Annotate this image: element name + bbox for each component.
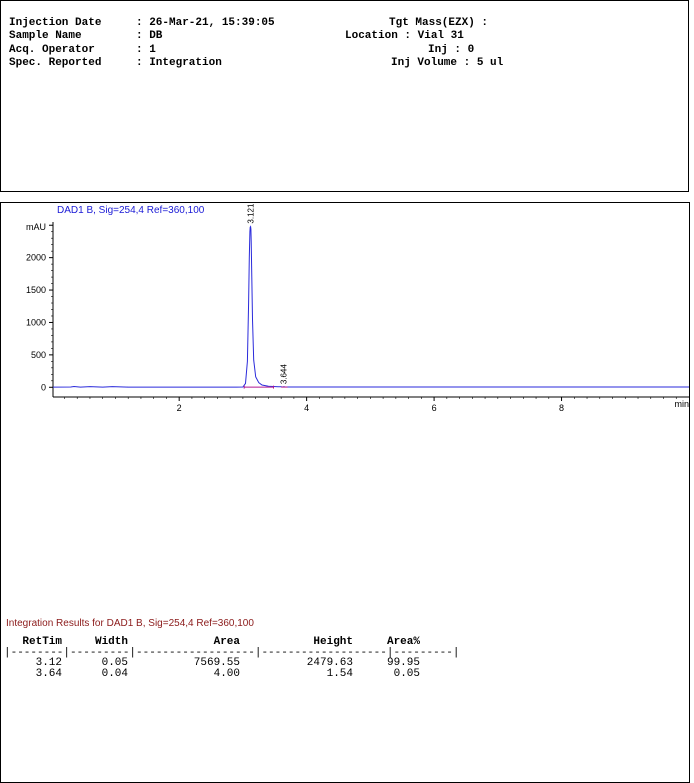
y-tick-label: 500: [31, 350, 46, 360]
row-2-rettim: 3.64: [35, 668, 62, 680]
x-tick-label: 4: [304, 403, 309, 413]
sample-name-label: Sample Name: [9, 30, 82, 42]
axes: 0 500 1000 1500 2000 2 4 6 8: [26, 222, 689, 413]
peak-label: 3.644: [280, 364, 289, 385]
peak-labels: 3.121 3.644: [247, 203, 289, 384]
acq-operator-value: : 1: [136, 44, 156, 56]
spec-reported-value: : Integration: [136, 57, 222, 69]
row-2-height: 1.54: [326, 668, 353, 680]
row-2-width: 0.04: [101, 668, 128, 680]
chart-title: DAD1 B, Sig=254,4 Ref=360,100: [57, 205, 205, 216]
sample-info-panel: [0, 0, 689, 192]
x-axis-unit: min: [674, 399, 689, 409]
inj-volume: Inj Volume : 5 ul: [391, 57, 504, 69]
traces: [52, 225, 689, 389]
sample-name-value: : DB: [136, 30, 163, 42]
inj: Inj : 0: [428, 44, 475, 56]
location: Location : Vial 31: [345, 30, 464, 42]
y-tick-label: 2000: [26, 253, 46, 263]
y-axis-unit: mAU: [26, 222, 46, 232]
chromatogram-chart: DAD1 B, Sig=254,4 Ref=360,100 mAU min 0 5…: [26, 203, 689, 413]
y-tick-label: 1000: [26, 317, 46, 327]
y-tick-label: 1500: [26, 285, 46, 295]
row-2-area-pct: 0.05: [393, 668, 420, 680]
peak-label: 3.121: [247, 203, 256, 224]
injection-date-label: Injection Date: [9, 17, 102, 29]
y-tick-label: 0: [41, 382, 46, 392]
results-title: Integration Results for DAD1 B, Sig=254,…: [6, 618, 254, 629]
x-tick-label: 6: [432, 403, 437, 413]
row-2-area: 4.00: [213, 668, 240, 680]
x-tick-label: 2: [177, 403, 182, 413]
x-tick-label: 8: [559, 403, 564, 413]
spec-reported-label: Spec. Reported: [9, 57, 102, 69]
signal-trace: [52, 225, 689, 388]
acq-operator-label: Acq. Operator: [9, 44, 95, 56]
injection-date-value: : 26-Mar-21, 15:39:05: [136, 17, 275, 29]
tgt-mass: Tgt Mass(EZX) :: [389, 17, 489, 29]
